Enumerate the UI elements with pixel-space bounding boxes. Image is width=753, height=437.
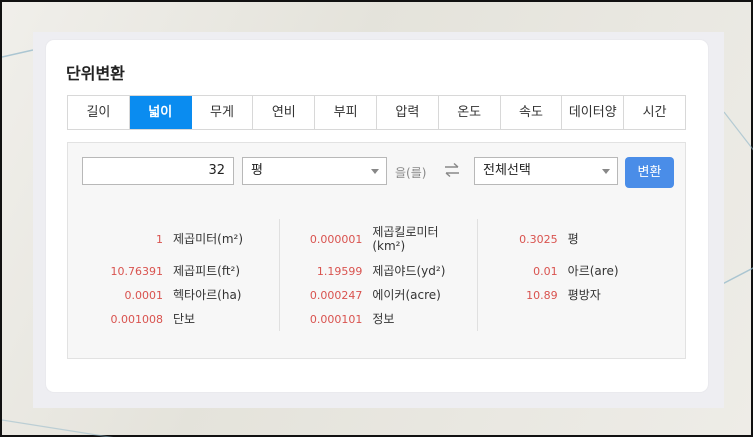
result-unit: 평 xyxy=(567,232,579,246)
result-row: 0.3025 평 xyxy=(478,227,676,251)
result-row: 0.000001 제곱킬로미터(km²) xyxy=(280,225,478,253)
result-unit: 평방자 xyxy=(567,288,601,302)
result-unit: 제곱미터(m²) xyxy=(173,232,244,246)
result-value: 0.01 xyxy=(533,264,558,278)
tab-volume[interactable]: 부피 xyxy=(315,96,377,129)
result-value: 0.000247 xyxy=(309,288,363,302)
results-column-1: 1 제곱미터(m²) 10.76391 제곱피트(ft²) 0.0001 헥타아… xyxy=(82,219,279,331)
tab-temperature[interactable]: 온도 xyxy=(438,96,501,129)
converter-panel: 32 평 을(를) 전체선택 변환 1 제곱미터(m²) 10.76391 제곱… xyxy=(67,142,686,359)
from-unit-value: 평 xyxy=(251,163,263,178)
result-unit: 에이커(acre) xyxy=(372,288,441,302)
result-unit: 헥타아르(ha) xyxy=(173,288,242,302)
tab-time[interactable]: 시간 xyxy=(624,96,686,129)
result-row: 0.000247 에이커(acre) xyxy=(280,283,478,307)
swap-icon[interactable] xyxy=(443,162,461,178)
result-row: 10.76391 제곱피트(ft²) xyxy=(82,259,280,283)
category-tabs: 길이 넓이 무게 연비 부피 압력 온도 속도 데이터양 시간 xyxy=(67,95,686,130)
tab-area[interactable]: 넓이 xyxy=(129,96,192,129)
result-value: 0.3025 xyxy=(519,232,558,246)
result-row: 10.89 평방자 xyxy=(478,283,676,307)
result-unit: 제곱피트(ft²) xyxy=(173,264,241,278)
result-row: 1 제곱미터(m²) xyxy=(82,227,280,251)
connector-label: 을(를) xyxy=(395,166,427,180)
result-row: 0.01 아르(are) xyxy=(478,259,676,283)
result-unit: 정보 xyxy=(372,312,395,326)
results-grid: 1 제곱미터(m²) 10.76391 제곱피트(ft²) 0.0001 헥타아… xyxy=(82,219,674,331)
from-unit-select[interactable]: 평 xyxy=(242,157,387,185)
result-value: 0.000101 xyxy=(309,312,363,326)
convert-button[interactable]: 변환 xyxy=(625,157,674,188)
result-value: 1 xyxy=(156,232,163,246)
chevron-down-icon xyxy=(371,169,379,174)
result-row: 0.0001 헥타아르(ha) xyxy=(82,283,280,307)
result-value: 0.0001 xyxy=(124,288,164,302)
result-unit: 단보 xyxy=(173,312,196,326)
value-input[interactable]: 32 xyxy=(82,157,234,185)
result-unit: 아르(are) xyxy=(567,264,619,278)
result-value: 0.001008 xyxy=(110,312,164,326)
result-unit: 제곱킬로미터(km²) xyxy=(372,225,439,253)
result-value: 10.76391 xyxy=(110,264,164,278)
tab-data-size[interactable]: 데이터양 xyxy=(562,96,625,129)
result-value: 1.19599 xyxy=(316,264,363,278)
result-row: 0.000101 정보 xyxy=(280,307,478,331)
unit-converter-card: 단위변환 길이 넓이 무게 연비 부피 압력 온도 속도 데이터양 시간 32 … xyxy=(46,40,708,392)
tab-speed[interactable]: 속도 xyxy=(500,96,563,129)
to-unit-select[interactable]: 전체선택 xyxy=(474,157,618,185)
tab-fuel-economy[interactable]: 연비 xyxy=(253,96,316,129)
result-row: 1.19599 제곱야드(yd²) xyxy=(280,259,478,283)
page-title: 단위변환 xyxy=(66,64,125,83)
chevron-down-icon xyxy=(602,169,610,174)
results-column-2: 0.000001 제곱킬로미터(km²) 1.19599 제곱야드(yd²) 0… xyxy=(279,219,476,331)
to-unit-value: 전체선택 xyxy=(483,163,531,178)
tab-weight[interactable]: 무게 xyxy=(191,96,254,129)
results-column-3: 0.3025 평 0.01 아르(are) 10.89 평방자 xyxy=(476,219,676,331)
tab-pressure[interactable]: 압력 xyxy=(376,96,439,129)
result-unit: 제곱야드(yd²) xyxy=(372,264,446,278)
tab-length[interactable]: 길이 xyxy=(68,96,130,129)
result-value: 0.000001 xyxy=(309,232,363,246)
result-row: 0.001008 단보 xyxy=(82,307,280,331)
result-value: 10.89 xyxy=(526,288,558,302)
